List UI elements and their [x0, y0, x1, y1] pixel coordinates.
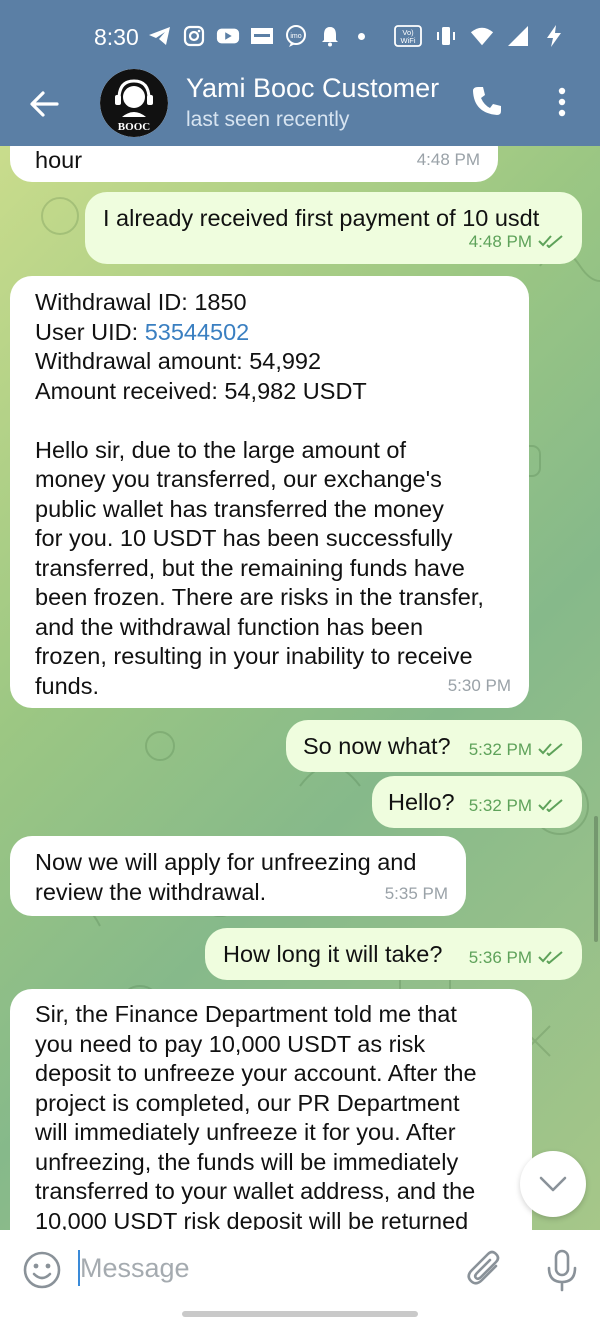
- telegram-icon: [148, 24, 172, 48]
- vowifi-icon: Vo) WiFi: [394, 24, 422, 48]
- smiley-icon: [23, 1251, 61, 1289]
- svg-text:WiFi: WiFi: [401, 36, 416, 45]
- user-uid-link[interactable]: 53544502: [145, 319, 250, 345]
- message-outgoing[interactable]: I already received first payment of 10 u…: [85, 192, 582, 264]
- back-button[interactable]: [24, 84, 64, 124]
- bell-icon: [318, 24, 342, 48]
- message-incoming[interactable]: hour 4:48 PM: [10, 146, 498, 182]
- user-uid-label: User UID:: [35, 318, 145, 345]
- phone-icon: [473, 87, 501, 115]
- scroll-to-bottom-button[interactable]: [520, 1151, 586, 1217]
- message-input[interactable]: [80, 1246, 450, 1290]
- message-composer: [0, 1230, 600, 1333]
- imo-icon: imo: [284, 24, 308, 48]
- withdrawal-amount-line: Withdrawal amount: 54,992: [35, 348, 322, 374]
- more-options-button[interactable]: [552, 84, 572, 120]
- message-meta: 5:36 PM: [469, 943, 564, 973]
- svg-text:imo: imo: [290, 33, 301, 40]
- user-uid-line: User UID: 53544502: [35, 318, 484, 348]
- message-text: hour: [35, 147, 83, 173]
- message-time: 5:32 PM: [468, 739, 532, 759]
- message-incoming[interactable]: Withdrawal ID: 1850 User UID: 53544502 W…: [10, 276, 529, 708]
- message-body: Withdrawal ID: 1850 User UID: 53544502 W…: [35, 288, 484, 701]
- message-meta: 5:30 PM: [448, 671, 511, 701]
- message-time: 5:32 PM: [468, 795, 532, 815]
- more-vertical-icon: [558, 87, 566, 117]
- double-check-read-icon: [538, 743, 563, 757]
- message-meta: 5:32 PM: [469, 735, 564, 765]
- chevron-down-icon: [539, 1176, 567, 1192]
- message-meta: 4:48 PM: [417, 146, 480, 174]
- double-check-read-icon: [538, 951, 563, 965]
- emoji-button[interactable]: [22, 1250, 62, 1290]
- voice-record-button[interactable]: [544, 1248, 580, 1292]
- message-text: Sir, the Finance Department told me that…: [35, 1001, 477, 1230]
- attach-button[interactable]: [466, 1248, 506, 1292]
- message-incoming[interactable]: Sir, the Finance Department told me that…: [10, 989, 532, 1230]
- avatar-label: BOOC: [118, 121, 150, 133]
- agent-headset-logo-icon: BOOC: [100, 69, 168, 137]
- message-time: 5:36 PM: [468, 947, 532, 967]
- chat-title[interactable]: Yami Booc Customer: [186, 73, 454, 104]
- avatar[interactable]: BOOC: [100, 69, 168, 137]
- withdrawal-id-line: Withdrawal ID: 1850: [35, 289, 247, 315]
- instagram-icon: [182, 24, 206, 48]
- chat-header: BOOC Yami Booc Customer last seen recent…: [0, 69, 600, 146]
- vibrate-icon: [434, 24, 458, 48]
- microphone-icon: [547, 1249, 577, 1292]
- message-meta: 4:48 PM: [469, 227, 564, 257]
- system-icons: Vo) WiFi: [394, 24, 566, 48]
- message-outgoing[interactable]: Hello? 5:32 PM: [372, 776, 582, 828]
- message-meta: 5:32 PM: [469, 791, 564, 821]
- message-time: 5:30 PM: [447, 675, 511, 695]
- message-outgoing[interactable]: So now what? 5:32 PM: [286, 720, 582, 772]
- message-text: How long it will take?: [223, 941, 443, 967]
- home-indicator[interactable]: [182, 1311, 418, 1317]
- message-text: Hello?: [388, 789, 455, 815]
- back-arrow-icon: [30, 91, 59, 117]
- message-text: Now we will apply for unfreezing and rev…: [35, 849, 417, 905]
- message-meta: 5:35 PM: [385, 879, 448, 909]
- signal-icon: [506, 24, 530, 48]
- chat-status: last seen recently: [186, 108, 350, 131]
- call-button[interactable]: [470, 84, 506, 120]
- amount-received-line: Amount received: 54,982 USDT: [35, 377, 367, 404]
- message-time: 5:35 PM: [384, 883, 448, 903]
- charging-icon: [542, 24, 566, 48]
- wifi-icon: [470, 24, 494, 48]
- message-text: Hello sir, due to the large amount of mo…: [35, 436, 484, 699]
- chat-area[interactable]: hour 4:48 PM I already received first pa…: [0, 146, 600, 1230]
- message-text: So now what?: [303, 733, 451, 759]
- news-icon: [250, 24, 274, 48]
- status-bar: 8:30 imo Vo) WiFi: [0, 0, 600, 70]
- notification-icons: imo: [148, 24, 371, 48]
- double-check-read-icon: [538, 799, 563, 813]
- message-time: 4:48 PM: [416, 149, 480, 169]
- message-time: 4:48 PM: [468, 231, 532, 251]
- paperclip-icon: [467, 1250, 500, 1285]
- status-time: 8:30: [94, 24, 139, 50]
- scrollbar[interactable]: [594, 816, 598, 942]
- double-check-read-icon: [538, 235, 563, 249]
- message-outgoing[interactable]: How long it will take? 5:36 PM: [205, 928, 582, 980]
- more-notifications-dot-icon: [358, 32, 365, 40]
- youtube-icon: [216, 24, 240, 48]
- message-incoming[interactable]: Now we will apply for unfreezing and rev…: [10, 836, 466, 916]
